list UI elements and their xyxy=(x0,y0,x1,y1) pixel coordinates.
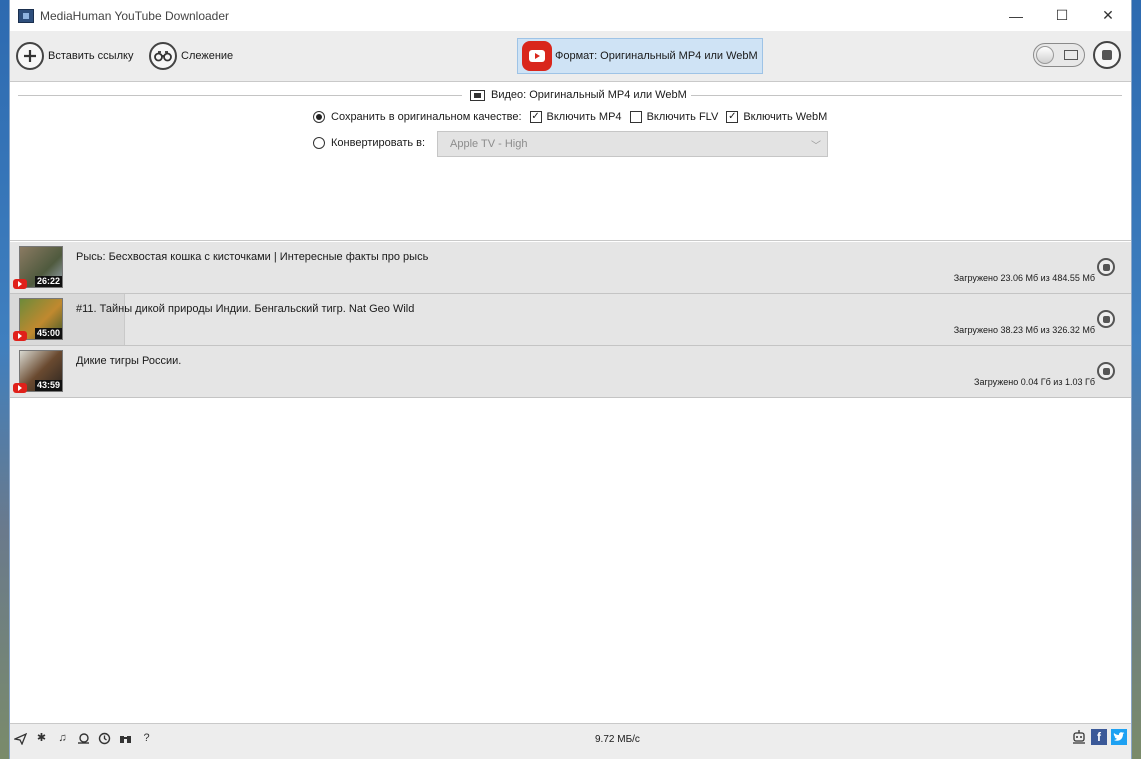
convert-format-select[interactable]: Apple TV - High ﹀ xyxy=(437,131,828,157)
convert-row: Конвертировать в: xyxy=(313,137,425,149)
download-status: Загружено 0.04 Гб из 1.03 Гб xyxy=(974,377,1095,387)
tracking-button[interactable]: Слежение xyxy=(149,40,233,72)
download-row[interactable]: 26:22 Рысь: Бесхвостая кошка с кисточкам… xyxy=(10,242,1131,294)
convert-radio[interactable] xyxy=(313,137,325,149)
include-flv-label: Включить FLV xyxy=(646,111,719,123)
include-webm-label: Включить WebM xyxy=(743,111,828,123)
convert-label: Конвертировать в: xyxy=(331,137,426,149)
save-original-radio[interactable] xyxy=(313,111,325,123)
chevron-down-icon: ﹀ xyxy=(811,141,821,152)
save-original-label: Сохранить в оригинальном качестве: xyxy=(331,111,522,123)
youtube-icon xyxy=(13,383,27,393)
help-icon[interactable]: ? xyxy=(140,732,153,745)
robot-icon[interactable] xyxy=(1071,729,1087,745)
save-original-row: Сохранить в оригинальном качестве: ✓ Вкл… xyxy=(313,111,827,123)
paste-link-button[interactable]: Вставить ссылку xyxy=(16,40,133,72)
video-title: Рысь: Бесхвостая кошка с кисточками | Ин… xyxy=(76,251,429,263)
section-title: Видео: Оригинальный MP4 или WebM xyxy=(466,89,691,101)
download-list: 26:22 Рысь: Бесхвостая кошка с кисточкам… xyxy=(10,242,1131,398)
section-divider-right xyxy=(686,95,1122,96)
gear-icon[interactable]: ✱ xyxy=(35,732,48,745)
youtube-icon xyxy=(13,331,27,341)
video-duration: 26:22 xyxy=(34,276,62,287)
include-webm-checkbox[interactable]: ✓ xyxy=(726,111,739,123)
app-logo-icon xyxy=(18,8,34,23)
close-button[interactable]: ✕ xyxy=(1085,0,1131,31)
status-bar: ✱ ♫ ? 9.72 МБ/с f xyxy=(10,723,1131,759)
stop-icon xyxy=(1102,367,1110,375)
video-mode-toggle[interactable] xyxy=(1033,43,1085,67)
desktop-background-left xyxy=(0,0,9,759)
section-title-label: Видео: Оригинальный MP4 или WebM xyxy=(491,89,687,101)
window-controls: — ☐ ✕ xyxy=(993,0,1131,31)
video-title: #11. Тайны дикой природы Индии. Бенгальс… xyxy=(76,303,415,315)
youtube-icon xyxy=(13,279,27,289)
plus-icon xyxy=(16,42,44,70)
minimize-button[interactable]: — xyxy=(993,0,1039,31)
stop-download-button[interactable] xyxy=(1097,258,1115,276)
stop-icon xyxy=(1102,263,1110,271)
format-button[interactable]: Формат: Оригинальный MP4 или WebM xyxy=(517,38,763,74)
video-film-icon xyxy=(470,89,485,101)
stop-icon xyxy=(1102,315,1110,323)
clock-icon[interactable] xyxy=(98,732,111,745)
stop-icon xyxy=(1102,50,1112,60)
toggle-knob xyxy=(1036,46,1054,64)
binoculars-icon[interactable] xyxy=(119,732,132,745)
snail-icon[interactable] xyxy=(77,732,90,745)
send-icon[interactable] xyxy=(12,732,28,746)
download-status: Загружено 23.06 Мб из 484.55 Мб xyxy=(953,273,1095,283)
video-title: Дикие тигры России. xyxy=(76,355,182,367)
tracking-label: Слежение xyxy=(181,50,234,62)
binoculars-icon xyxy=(149,42,177,70)
paste-link-label: Вставить ссылку xyxy=(48,50,134,62)
include-mp4-checkbox[interactable]: ✓ xyxy=(529,111,542,123)
download-row[interactable]: 45:00 #11. Тайны дикой природы Индии. Бе… xyxy=(10,294,1131,346)
window-title: MediaHuman YouTube Downloader xyxy=(40,8,230,23)
download-status: Загружено 38.23 Мб из 326.32 Мб xyxy=(953,325,1095,335)
status-toolbar: ✱ ♫ ? xyxy=(12,732,153,746)
film-icon xyxy=(1064,50,1078,60)
twitter-icon[interactable] xyxy=(1111,729,1127,745)
download-row[interactable]: 43:59 Дикие тигры России. Загружено 0.04… xyxy=(10,346,1131,398)
include-mp4-label: Включить MP4 xyxy=(546,111,622,123)
music-note-icon[interactable]: ♫ xyxy=(56,732,69,745)
stop-download-button[interactable] xyxy=(1097,310,1115,328)
stop-download-button[interactable] xyxy=(1097,362,1115,380)
convert-format-value: Apple TV - High xyxy=(450,138,528,150)
app-window: MediaHuman YouTube Downloader — ☐ ✕ Вста… xyxy=(9,0,1132,759)
youtube-icon xyxy=(522,41,552,71)
format-label: Формат: Оригинальный MP4 или WebM xyxy=(555,50,758,62)
maximize-button[interactable]: ☐ xyxy=(1039,0,1085,31)
download-speed: 9.72 МБ/с xyxy=(595,734,640,745)
stop-all-button[interactable] xyxy=(1093,41,1121,69)
include-flv-checkbox[interactable] xyxy=(629,111,642,123)
format-settings-panel: Видео: Оригинальный MP4 или WebM Сохрани… xyxy=(10,82,1131,241)
social-links: f xyxy=(1071,729,1127,745)
facebook-icon[interactable]: f xyxy=(1091,729,1107,745)
video-duration: 45:00 xyxy=(34,328,62,339)
title-bar: MediaHuman YouTube Downloader — ☐ ✕ xyxy=(10,0,1131,31)
video-duration: 43:59 xyxy=(34,380,62,391)
toolbar: Вставить ссылку Слежение Формат: Оригина… xyxy=(10,31,1131,82)
section-divider-left xyxy=(18,95,462,96)
